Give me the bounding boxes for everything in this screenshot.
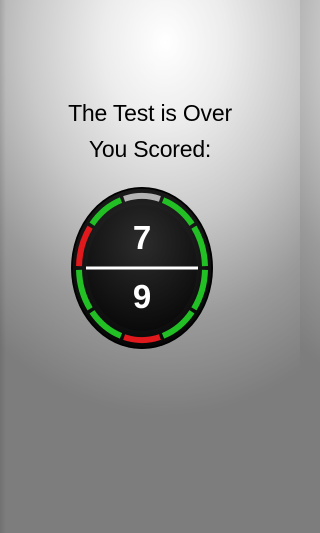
left-edge-shadow [0,0,6,533]
score-dial-graphic [71,187,213,349]
result-heading-line1: The Test is Over [68,100,232,126]
score-total: 9 [132,278,152,315]
score-dial: 7 9 [70,186,214,350]
result-heading-line2: You Scored: [88,136,212,162]
score-correct: 7 [132,219,152,256]
ring-segment-incorrect [123,334,161,343]
ring-segment-neutral [123,193,161,202]
